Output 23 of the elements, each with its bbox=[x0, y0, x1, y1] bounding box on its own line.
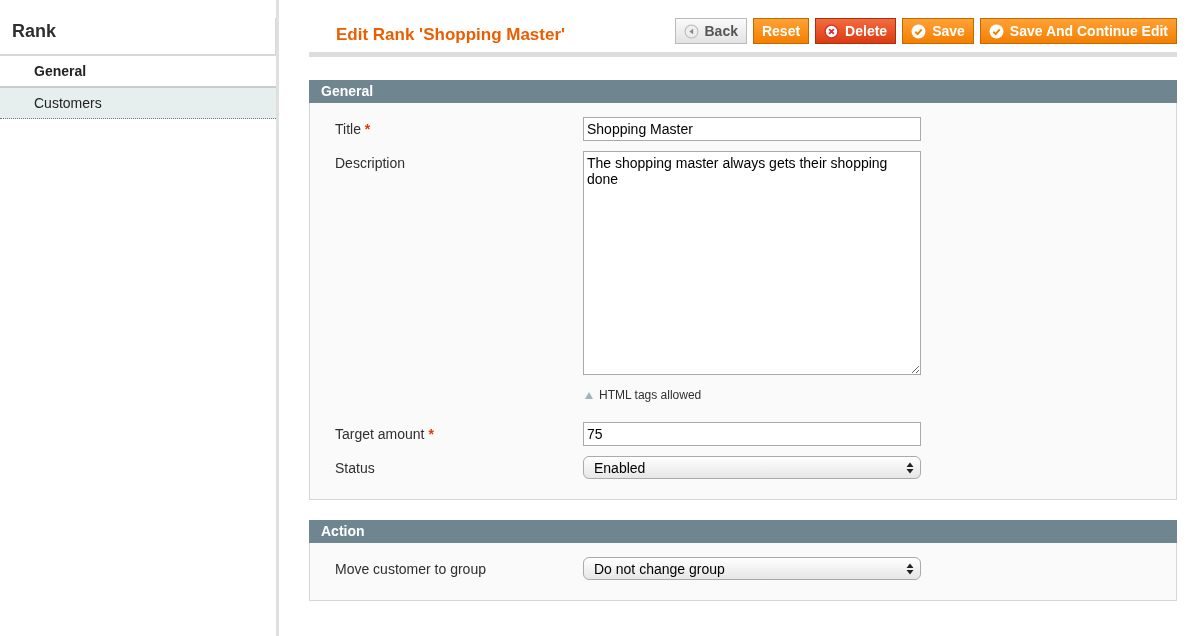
section-header: General bbox=[309, 80, 1177, 103]
section-header: Action bbox=[309, 520, 1177, 543]
back-button[interactable]: Back bbox=[674, 18, 747, 44]
field-label: Move customer to group bbox=[334, 560, 487, 579]
description-field[interactable]: The shopping master always gets their shopping done bbox=[583, 151, 921, 375]
text-field[interactable]: Shopping Master bbox=[583, 117, 921, 141]
updown-arrows-icon bbox=[906, 461, 914, 474]
sidebar-tab[interactable]: Customers bbox=[0, 87, 276, 119]
page-title: Edit Rank 'Shopping Master' bbox=[336, 25, 566, 45]
check-icon bbox=[988, 23, 1004, 39]
text-field[interactable]: 75 bbox=[583, 422, 921, 446]
field-label: Target amount * bbox=[334, 425, 435, 444]
select-dropdown[interactable]: Do not change group bbox=[583, 557, 921, 580]
close-icon bbox=[824, 23, 840, 39]
triangle-icon bbox=[585, 391, 593, 399]
check-icon bbox=[911, 23, 927, 39]
select-dropdown[interactable]: Enabled bbox=[583, 456, 921, 479]
field-label: Title * bbox=[334, 120, 372, 139]
field-label: Status bbox=[334, 459, 376, 478]
updown-arrows-icon bbox=[906, 562, 914, 575]
field-note: HTML tags allowed bbox=[599, 388, 702, 402]
field-label: Description bbox=[334, 154, 407, 173]
delete-button[interactable]: Delete bbox=[815, 18, 897, 44]
